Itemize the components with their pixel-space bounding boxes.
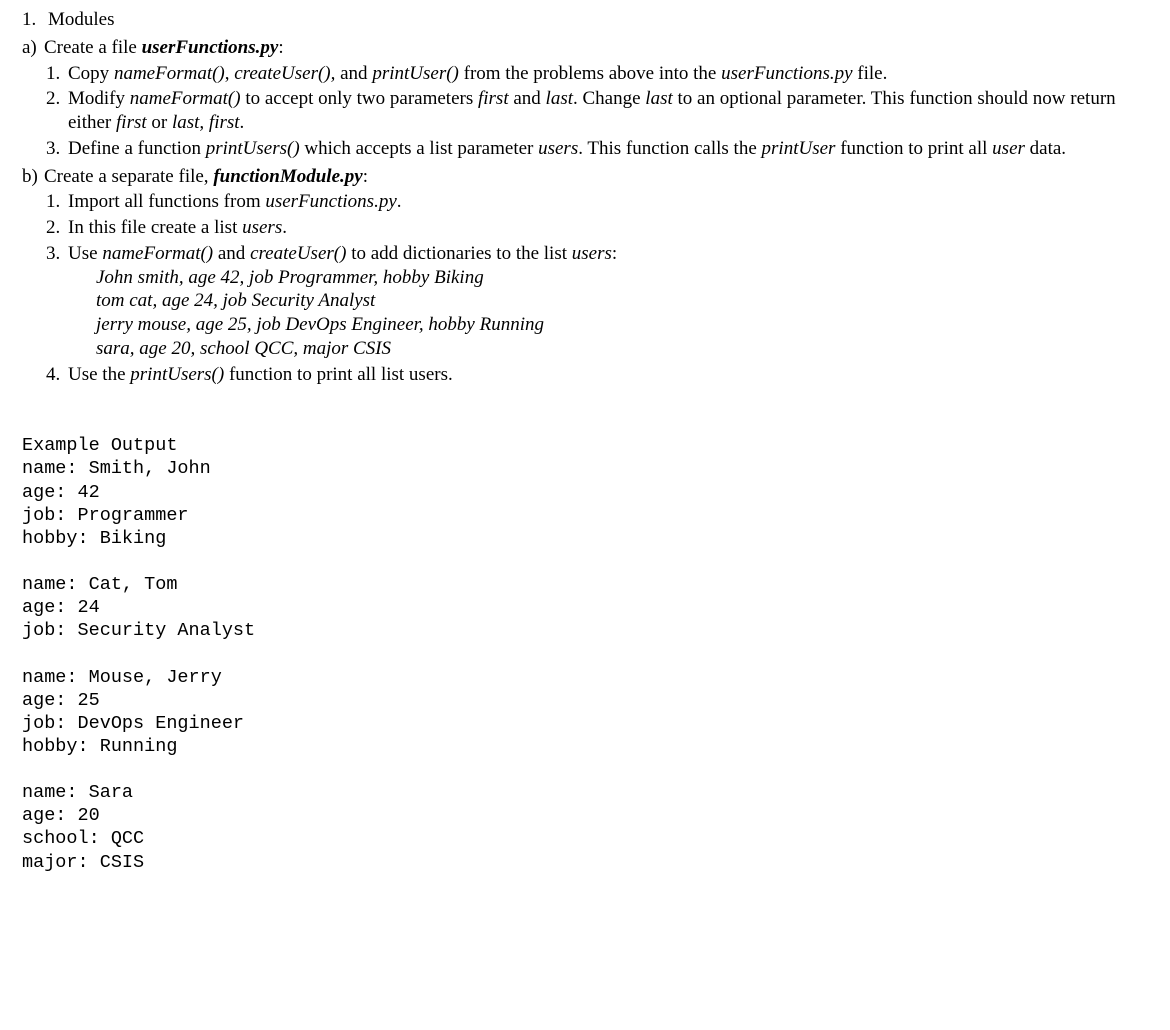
section-a-list: 1. Copy nameFormat(), createUser(), and … xyxy=(46,62,1148,161)
b-item-3-example-3: jerry mouse, age 25, job DevOps Engineer… xyxy=(96,313,617,337)
file-functionmodule: functionModule.py xyxy=(213,166,362,187)
top-label: Modules xyxy=(48,8,115,32)
file-userfunctions: userFunctions.py xyxy=(142,37,279,58)
example-output-lines: name: Smith, John age: 42 job: Programme… xyxy=(22,458,255,872)
section-b-intro: Create a separate file, functionModule.p… xyxy=(44,165,368,189)
b-item-2: 2. In this file create a list users. xyxy=(46,216,1148,240)
a-item-2: 2. Modify nameFormat() to accept only tw… xyxy=(46,87,1148,135)
top-number: 1. xyxy=(22,8,44,32)
section-b-list: 1. Import all functions from userFunctio… xyxy=(46,190,1148,386)
section-b-marker: b) xyxy=(22,165,44,189)
section-b: b) Create a separate file, functionModul… xyxy=(22,165,1148,189)
b-item-3-example-2: tom cat, age 24, job Security Analyst xyxy=(96,289,617,313)
example-output-heading: Example Output xyxy=(22,435,177,456)
b-item-3: 3. Use nameFormat() and createUser() to … xyxy=(46,242,1148,361)
document-page: 1. Modules a) Create a file userFunction… xyxy=(0,0,1170,1030)
a-item-1: 1. Copy nameFormat(), createUser(), and … xyxy=(46,62,1148,86)
section-a: a) Create a file userFunctions.py: xyxy=(22,36,1148,60)
b-item-4: 4. Use the printUsers() function to prin… xyxy=(46,363,1148,387)
example-output-block: Example Output name: Smith, John age: 42… xyxy=(22,434,1148,873)
top-level-item: 1. Modules xyxy=(22,8,1148,32)
b-item-3-example-1: John smith, age 42, job Programmer, hobb… xyxy=(96,266,617,290)
a-item-3: 3. Define a function printUsers() which … xyxy=(46,137,1148,161)
b-item-3-example-4: sara, age 20, school QCC, major CSIS xyxy=(96,337,617,361)
b-item-1: 1. Import all functions from userFunctio… xyxy=(46,190,1148,214)
section-a-intro: Create a file userFunctions.py: xyxy=(44,36,284,60)
section-a-marker: a) xyxy=(22,36,44,60)
